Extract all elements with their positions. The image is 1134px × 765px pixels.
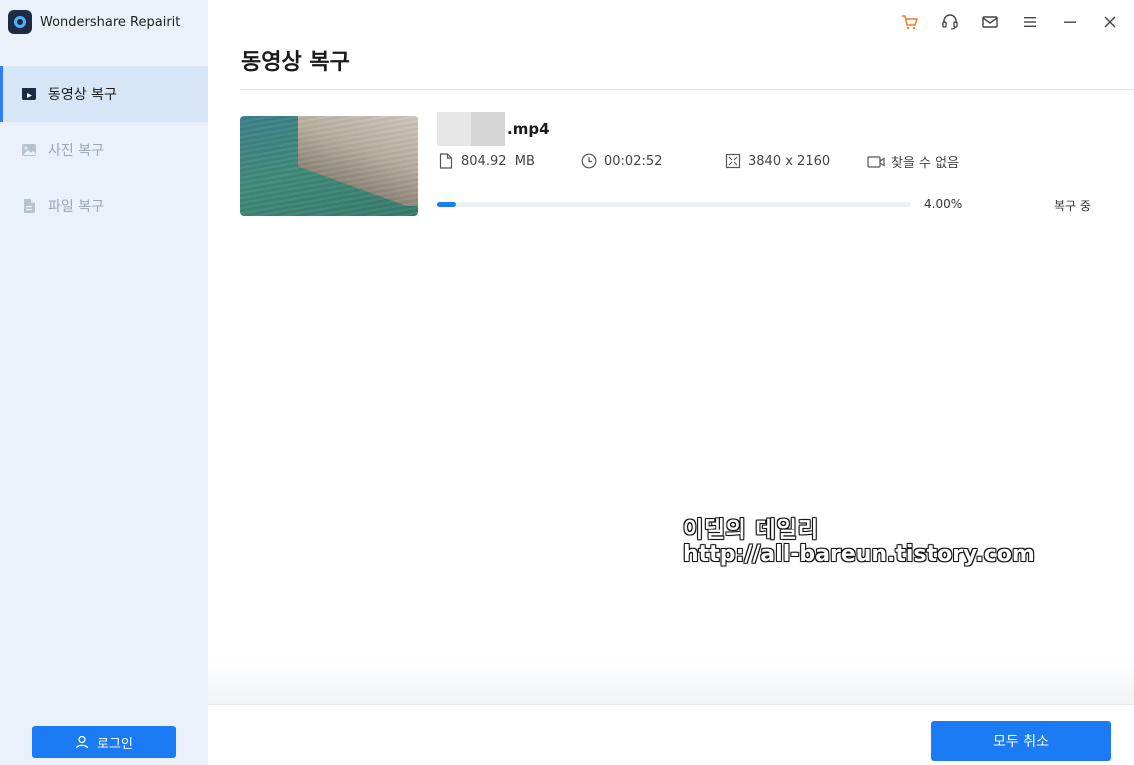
title-bar [208,0,1134,44]
repairit-logo-icon [8,10,32,34]
video-icon [20,85,38,103]
divider [240,89,1134,90]
sidebar-nav: 동영상 복구 사진 복구 파일 복구 [0,66,208,234]
headset-icon[interactable] [940,12,960,32]
resolution-icon [724,152,742,170]
sidebar-item-label: 동영상 복구 [48,87,117,103]
clock-icon [580,152,598,170]
sidebar-item-video-repair[interactable]: 동영상 복구 [0,66,208,122]
sidebar: Wondershare Repairit 동영상 복구 사진 복구 파일 복구 … [0,0,208,765]
login-label: 로그인 [97,736,133,752]
sidebar-item-label: 파일 복구 [48,199,104,215]
file-resolution: 3840 x 2160 [724,152,830,170]
progress-fill [437,202,456,207]
mail-icon[interactable] [980,12,1000,32]
file-duration: 00:02:52 [580,152,662,170]
watermark-title: 이델의 데일리 [683,518,820,543]
repair-status: 복구 중 [1054,199,1091,213]
video-thumbnail [240,116,418,216]
menu-icon[interactable] [1020,12,1040,32]
user-icon [75,735,89,749]
sidebar-item-label: 사진 복구 [48,143,104,159]
camera-info: 찾을 수 없음 [867,152,959,171]
app-title: Wondershare Repairit [40,14,181,30]
sidebar-item-photo-repair[interactable]: 사진 복구 [0,122,208,178]
document-icon [437,152,455,170]
file-extension: .mp4 [507,120,550,138]
login-button[interactable]: 로그인 [32,726,176,758]
cancel-all-button[interactable]: 모두 취소 [931,721,1111,761]
sidebar-item-file-repair[interactable]: 파일 복구 [0,178,208,234]
repair-progress-bar [437,202,911,207]
footer-fade [208,660,1134,704]
file-icon [20,197,38,215]
blurred-name-mask [437,112,505,146]
app-brand: Wondershare Repairit [8,10,180,34]
photo-icon [20,141,38,159]
watermark-url: http://all-bareun.tistory.com [683,542,1035,567]
page-title: 동영상 복구 [241,50,350,75]
camera-icon [867,153,885,171]
cart-icon[interactable] [900,12,920,32]
file-size: 804.92 MB [437,152,535,170]
minimize-icon[interactable] [1060,12,1080,32]
close-icon[interactable] [1100,12,1120,32]
progress-percent: 4.00% [924,197,963,211]
file-name: .mp4 [437,112,550,146]
